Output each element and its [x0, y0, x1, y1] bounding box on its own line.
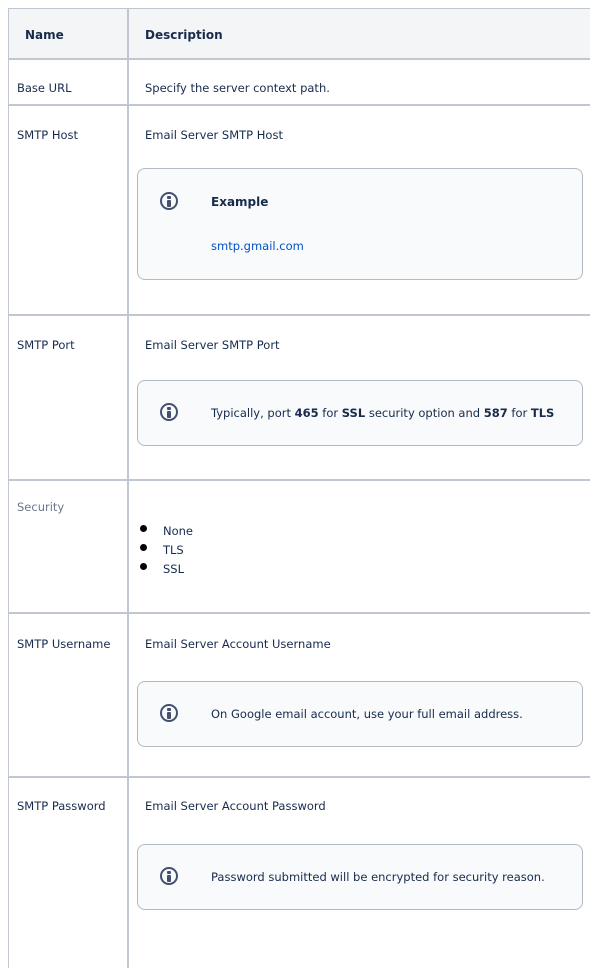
- list-item: None: [137, 522, 193, 541]
- list-item: TLS: [137, 541, 193, 560]
- row-desc-smtp-port: Email Server SMTP Port: [145, 338, 280, 352]
- row-divider: [8, 8, 590, 9]
- table-left-border: [8, 8, 9, 968]
- row-divider: [8, 58, 590, 60]
- row-desc-smtp-password: Email Server Account Password: [145, 799, 326, 813]
- row-divider: [8, 314, 590, 316]
- table-header: [8, 8, 590, 58]
- row-name-security: Security: [17, 500, 65, 514]
- info-panel-password: Password submitted will be encrypted for…: [137, 844, 583, 910]
- info-panel-username: On Google email account, use your full e…: [137, 681, 583, 747]
- example-panel: Example smtp.gmail.com: [137, 168, 583, 280]
- security-options-list: None TLS SSL: [137, 522, 193, 579]
- username-note: On Google email account, use your full e…: [211, 707, 523, 721]
- row-divider: [8, 776, 590, 778]
- row-name-base-url: Base URL: [17, 81, 72, 95]
- row-name-smtp-host: SMTP Host: [17, 128, 79, 142]
- row-desc-base-url: Specify the server context path.: [145, 81, 330, 95]
- column-divider: [127, 8, 129, 968]
- example-link[interactable]: smtp.gmail.com: [211, 239, 304, 253]
- column-header-name: Name: [25, 28, 64, 42]
- info-icon: [160, 704, 178, 722]
- column-header-description: Description: [145, 28, 223, 42]
- row-desc-smtp-host: Email Server SMTP Host: [145, 128, 283, 142]
- row-divider: [8, 104, 590, 106]
- port-note: Typically, port 465 for SSL security opt…: [211, 406, 555, 420]
- info-panel-port: Typically, port 465 for SSL security opt…: [137, 380, 583, 446]
- info-icon: [160, 192, 178, 210]
- row-name-smtp-username: SMTP Username: [17, 637, 111, 651]
- row-name-smtp-port: SMTP Port: [17, 338, 75, 352]
- panel-title: Example: [211, 195, 269, 209]
- info-icon: [160, 867, 178, 885]
- list-item: SSL: [137, 560, 193, 579]
- password-note: Password submitted will be encrypted for…: [211, 870, 545, 884]
- settings-table: Name Description Base URL Specify the se…: [8, 8, 590, 968]
- info-icon: [160, 403, 178, 421]
- row-desc-smtp-username: Email Server Account Username: [145, 637, 331, 651]
- row-divider: [8, 479, 590, 481]
- row-name-smtp-password: SMTP Password: [17, 799, 106, 813]
- row-divider: [8, 612, 590, 614]
